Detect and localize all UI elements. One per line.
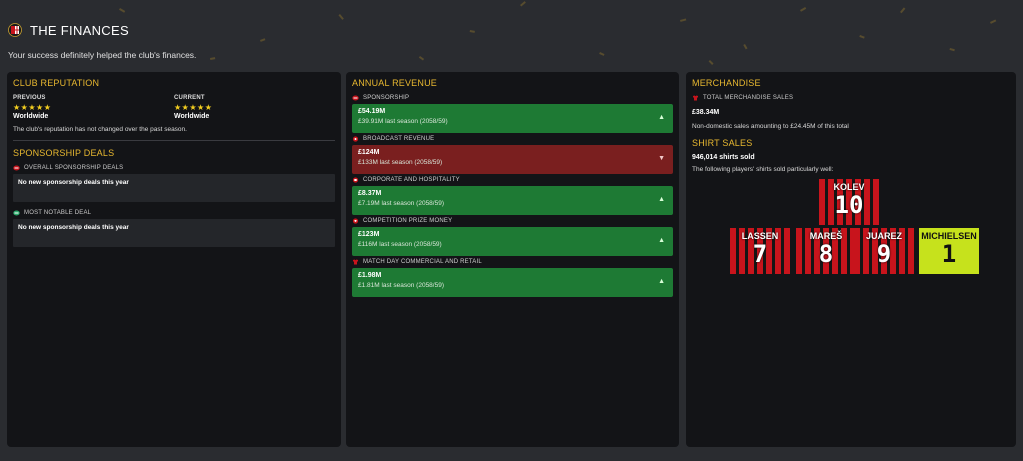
- current-stars: ★★★★★: [174, 103, 213, 112]
- revenue-box-match-day[interactable]: £1.98M £1.81M last season (2058/59) ▲: [352, 268, 673, 297]
- shirt-sales-title: SHIRT SALES: [692, 138, 753, 148]
- shirt-number: 7: [752, 240, 768, 268]
- previous-reputation: PREVIOUS ★★★★★ Worldwide: [13, 95, 174, 120]
- shirt-michielsen: MICHIELSEN 1: [919, 228, 979, 274]
- previous-value: Worldwide: [13, 113, 49, 120]
- overall-sponsorship-label: OVERALL SPONSORSHIP DEALS: [24, 165, 124, 171]
- total-merchandise-header: TOTAL MERCHANDISE SALES: [692, 95, 1010, 101]
- trend-up-icon: ▲: [658, 237, 665, 244]
- notable-deal-header: MOST NOTABLE DEAL: [13, 210, 335, 216]
- reputation-panel: CLUB REPUTATION PREVIOUS ★★★★★ Worldwide…: [7, 72, 341, 447]
- page-header: THE FINANCES: [8, 20, 129, 40]
- revenue-value: £1.98M: [358, 272, 382, 279]
- previous-stars: ★★★★★: [13, 103, 52, 112]
- reputation-row: PREVIOUS ★★★★★ Worldwide CURRENT ★★★★★ W…: [13, 95, 335, 120]
- shirt-number: 9: [876, 240, 892, 268]
- revenue-box-broadcast[interactable]: £124M £133M last season (2058/59) ▼: [352, 145, 673, 174]
- shirt-sales-note: The following players' shirts sold parti…: [692, 166, 834, 173]
- current-label: CURRENT: [174, 95, 205, 101]
- shirt-icon: [693, 95, 698, 101]
- revenue-label: BROADCAST REVENUE: [363, 136, 435, 142]
- shirt-kolev: KOLEV 10: [819, 179, 879, 225]
- deal-icon: [13, 210, 20, 216]
- total-merchandise-label: TOTAL MERCHANDISE SALES: [703, 95, 794, 101]
- revenue-header-sponsorship: SPONSORSHIP: [352, 95, 673, 101]
- shirt-mares: MAREŠ 8: [796, 228, 856, 274]
- sponsorship-icon: [352, 95, 359, 101]
- trend-up-icon: ▲: [658, 278, 665, 285]
- top-shirts: KOLEV 10 LASSEN 7 MAREŠ 8 JUAREZ 9 MICHI…: [692, 179, 1010, 289]
- revenue-header-match-day: MATCH DAY COMMERCIAL AND RETAIL: [352, 259, 673, 265]
- revenue-header-corporate: CORPORATE AND HOSPITALITY: [352, 177, 673, 183]
- shirts-sold-count: 946,014 shirts sold: [692, 154, 755, 161]
- revenue-label: CORPORATE AND HOSPITALITY: [363, 177, 460, 183]
- revenue-box-prize-money[interactable]: £123M £116M last season (2058/59) ▲: [352, 227, 673, 256]
- shirt-icon: [353, 259, 358, 265]
- revenue-label: SPONSORSHIP: [363, 95, 410, 101]
- shirt-lassen: LASSEN 7: [730, 228, 790, 274]
- revenue-last-season: £1.81M last season (2058/59): [358, 282, 444, 289]
- trophy-icon: [352, 218, 359, 224]
- current-reputation: CURRENT ★★★★★ Worldwide: [174, 95, 335, 120]
- total-merchandise-value: £38.34M: [692, 109, 720, 116]
- notable-deal-label: MOST NOTABLE DEAL: [24, 210, 92, 216]
- page-subtitle: Your success definitely helped the club'…: [8, 50, 197, 60]
- reputation-note: The club's reputation has not changed ov…: [13, 126, 187, 133]
- corporate-icon: [352, 177, 359, 183]
- annual-revenue-panel: ANNUAL REVENUE SPONSORSHIP £54.19M £39.9…: [346, 72, 679, 447]
- current-value: Worldwide: [174, 113, 210, 120]
- revenue-last-season: £39.91M last season (2058/59): [358, 118, 448, 125]
- revenue-label: COMPETITION PRIZE MONEY: [363, 218, 453, 224]
- revenue-value: £8.37M: [358, 190, 382, 197]
- overall-sponsorship-box: No new sponsorship deals this year: [13, 174, 335, 202]
- annual-revenue-title: ANNUAL REVENUE: [352, 78, 437, 88]
- merchandise-title: MERCHANDISE: [692, 78, 761, 88]
- merchandise-note: Non-domestic sales amounting to £24.45M …: [692, 123, 849, 130]
- notable-deal-box: No new sponsorship deals this year: [13, 219, 335, 247]
- trend-up-icon: ▲: [658, 196, 665, 203]
- revenue-label: MATCH DAY COMMERCIAL AND RETAIL: [363, 259, 482, 265]
- sponsorship-deals-title: SPONSORSHIP DEALS: [13, 148, 115, 158]
- broadcast-icon: [352, 136, 359, 142]
- trend-down-icon: ▼: [658, 155, 665, 162]
- revenue-value: £124M: [358, 149, 380, 156]
- revenue-last-season: £133M last season (2058/59): [358, 159, 443, 166]
- club-reputation-title: CLUB REPUTATION: [13, 78, 100, 88]
- shirt-juarez: JUAREZ 9: [854, 228, 914, 274]
- divider: [13, 140, 335, 141]
- page-title: THE FINANCES: [30, 22, 129, 38]
- revenue-value: £123M: [358, 231, 380, 238]
- revenue-last-season: £7.19M last season (2058/59): [358, 200, 444, 207]
- revenue-header-prize-money: COMPETITION PRIZE MONEY: [352, 218, 673, 224]
- revenue-header-broadcast: BROADCAST REVENUE: [352, 136, 673, 142]
- shirt-number: 8: [818, 240, 834, 268]
- club-crest-icon: [8, 23, 22, 37]
- shirt-number: 10: [834, 191, 864, 219]
- revenue-box-corporate[interactable]: £8.37M £7.19M last season (2058/59) ▲: [352, 186, 673, 215]
- revenue-last-season: £116M last season (2058/59): [358, 241, 442, 248]
- overall-sponsorship-header: OVERALL SPONSORSHIP DEALS: [13, 165, 335, 171]
- revenue-value: £54.19M: [358, 108, 386, 115]
- trend-up-icon: ▲: [658, 114, 665, 121]
- handshake-icon: [13, 165, 20, 171]
- shirt-number: 1: [941, 240, 957, 268]
- merchandise-panel: MERCHANDISE TOTAL MERCHANDISE SALES £38.…: [686, 72, 1016, 447]
- revenue-box-sponsorship[interactable]: £54.19M £39.91M last season (2058/59) ▲: [352, 104, 673, 133]
- previous-label: PREVIOUS: [13, 95, 46, 101]
